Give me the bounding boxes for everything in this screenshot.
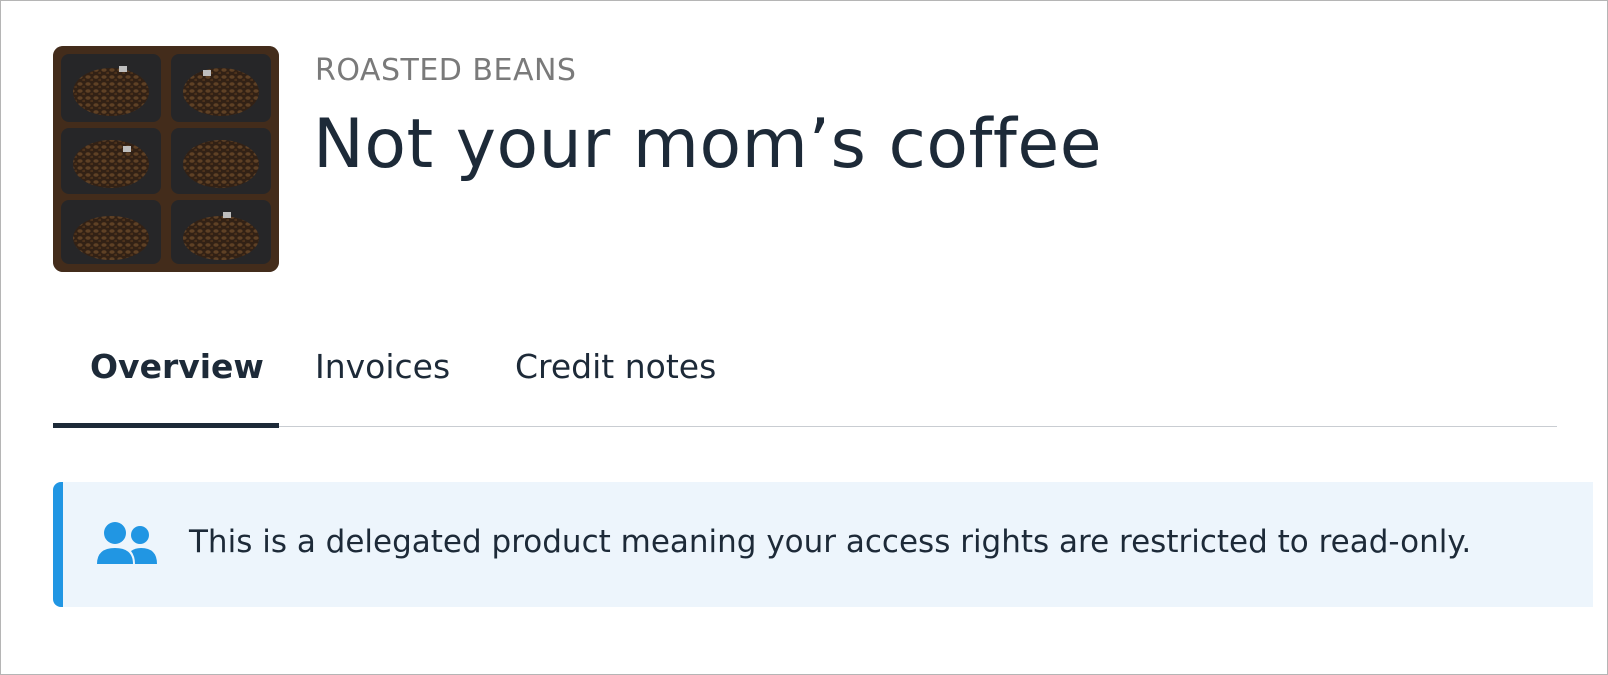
coffee-bags-photo (53, 46, 279, 272)
product-image (53, 46, 279, 272)
notice-text: This is a delegated product meaning your… (189, 524, 1472, 560)
tab-bar: Overview Invoices Credit notes (53, 331, 1557, 428)
users-icon (95, 520, 159, 568)
product-category: ROASTED BEANS (315, 53, 577, 88)
page-title: Not your mom’s coffee (313, 105, 1103, 184)
tab-credit-notes[interactable]: Credit notes (515, 347, 716, 386)
delegated-notice: This is a delegated product meaning your… (53, 482, 1593, 607)
active-tab-indicator (53, 423, 279, 428)
tab-invoices[interactable]: Invoices (315, 347, 450, 386)
tab-overview[interactable]: Overview (90, 347, 264, 386)
page-frame: ROASTED BEANS Not your mom’s coffee Over… (0, 0, 1608, 675)
